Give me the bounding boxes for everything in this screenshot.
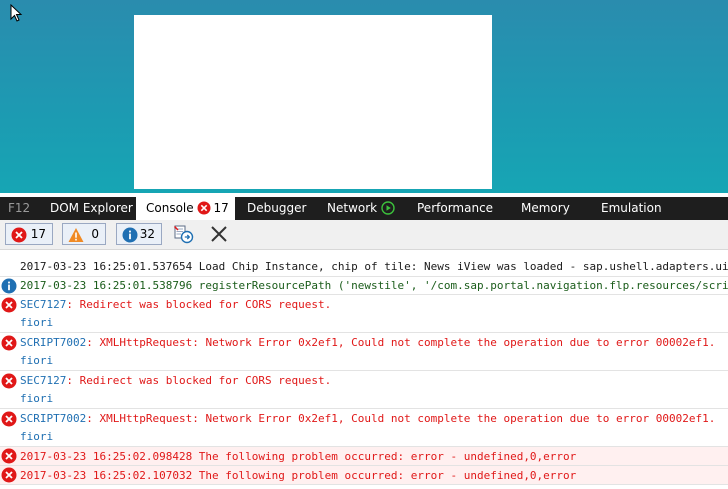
- error-icon: [197, 201, 211, 214]
- console-message: 2017-03-23 16:25:02.107032 The following…: [0, 466, 728, 484]
- error-code-link[interactable]: SEC7127: [20, 374, 66, 387]
- error-code-link[interactable]: SCRIPT7002: [20, 412, 86, 425]
- message-text: SCRIPT7002: XMLHttpRequest: Network Erro…: [20, 411, 715, 426]
- news-tile[interactable]: [134, 15, 492, 189]
- play-icon: [381, 200, 395, 215]
- tab-memory[interactable]: Memory: [521, 197, 570, 220]
- tab-dom-explorer[interactable]: DOM Explorer: [50, 197, 133, 220]
- error-text: : Redirect was blocked for CORS request.: [66, 374, 332, 387]
- message-text: 2017-03-23 16:25:01.537654 Load Chip Ins…: [20, 260, 728, 273]
- warning-icon: [68, 228, 84, 242]
- clear-on-navigate-icon: [173, 225, 194, 244]
- message-text: 2017-03-23 16:25:02.107032 The following…: [20, 469, 577, 482]
- tab-performance[interactable]: Performance: [417, 197, 493, 220]
- tab-emulation[interactable]: Emulation: [601, 197, 662, 220]
- error-text: : Redirect was blocked for CORS request.: [66, 298, 332, 311]
- message-text: 2017-03-23 16:25:01.538796 registerResou…: [20, 279, 728, 292]
- error-icon: [1, 373, 17, 389]
- info-filter-button[interactable]: 32: [116, 223, 162, 245]
- message-source-link[interactable]: fiori: [20, 315, 53, 330]
- app-page-area: [0, 0, 728, 197]
- warnings-filter-button[interactable]: 0: [62, 223, 106, 245]
- close-icon: [211, 226, 227, 242]
- console-message: SEC7127: Redirect was blocked for CORS r…: [0, 371, 728, 407]
- devtools-tab-bar: F12 DOM Explorer Console 17 Debugger Net…: [0, 197, 728, 220]
- tab-network-label: Network: [327, 201, 378, 215]
- console-output: 2017-03-23 16:25:01.537654 Load Chip Ins…: [0, 250, 728, 489]
- message-source-link[interactable]: fiori: [20, 353, 53, 368]
- clear-on-navigate-button[interactable]: [173, 223, 195, 245]
- error-code-link[interactable]: SCRIPT7002: [20, 336, 86, 349]
- message-source-link[interactable]: fiori: [20, 429, 53, 444]
- error-code-link[interactable]: SEC7127: [20, 298, 66, 311]
- console-message: 2017-03-23 16:25:01.538796 registerResou…: [0, 277, 728, 294]
- console-message: 2017-03-23 16:25:02.098428 The following…: [0, 447, 728, 465]
- tab-f12: F12: [8, 201, 31, 215]
- errors-filter-button[interactable]: 17: [5, 223, 53, 245]
- tab-console-label: Console: [146, 201, 194, 215]
- console-toolbar: 17 0 32: [0, 220, 728, 250]
- tab-network[interactable]: Network: [327, 197, 395, 220]
- info-icon: [122, 227, 138, 243]
- error-icon: [1, 467, 17, 483]
- message-text: SEC7127: Redirect was blocked for CORS r…: [20, 373, 331, 388]
- error-text: : XMLHttpRequest: Network Error 0x2ef1, …: [86, 336, 716, 349]
- console-message: SCRIPT7002: XMLHttpRequest: Network Erro…: [0, 333, 728, 369]
- error-icon: [11, 227, 27, 243]
- error-icon: [1, 297, 17, 313]
- mouse-cursor-icon: [10, 4, 23, 22]
- info-icon: [1, 278, 17, 294]
- message-text: 2017-03-23 16:25:02.098428 The following…: [20, 450, 577, 463]
- errors-count: 17: [30, 227, 46, 241]
- error-icon: [1, 411, 17, 427]
- warnings-count: 0: [91, 227, 99, 241]
- error-text: : XMLHttpRequest: Network Error 0x2ef1, …: [86, 412, 716, 425]
- message-source-link[interactable]: fiori: [20, 391, 53, 406]
- divider: [0, 484, 728, 485]
- error-icon: [1, 335, 17, 351]
- tab-console[interactable]: Console 17: [136, 197, 235, 220]
- tab-console-error-count: 17: [213, 201, 229, 215]
- info-count: 32: [139, 227, 155, 241]
- message-text: SCRIPT7002: XMLHttpRequest: Network Erro…: [20, 335, 715, 350]
- error-icon: [1, 448, 17, 464]
- message-text: SEC7127: Redirect was blocked for CORS r…: [20, 297, 331, 312]
- tab-debugger[interactable]: Debugger: [247, 197, 306, 220]
- console-message: 2017-03-23 16:25:01.537654 Load Chip Ins…: [0, 258, 728, 275]
- console-message: SCRIPT7002: XMLHttpRequest: Network Erro…: [0, 409, 728, 445]
- clear-console-button[interactable]: [208, 223, 230, 245]
- console-message: SEC7127: Redirect was blocked for CORS r…: [0, 295, 728, 331]
